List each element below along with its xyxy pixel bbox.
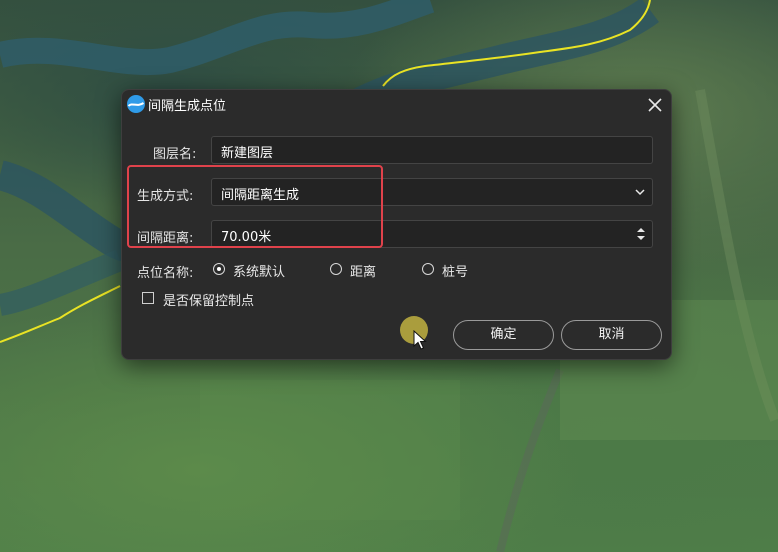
chevron-down-icon [635, 189, 645, 196]
keep-control-label: 是否保留控制点 [163, 294, 255, 309]
close-button[interactable] [644, 94, 666, 116]
dialog-title: 间隔生成点位 [148, 99, 227, 114]
layer-name-input[interactable]: 新建图层 [211, 136, 653, 164]
layer-name-value: 新建图层 [221, 146, 274, 161]
spin-arrows-icon[interactable] [636, 226, 646, 242]
radio-label: 系统默认 [233, 265, 286, 280]
ok-button[interactable]: 确定 [453, 320, 554, 350]
keep-control-checkbox[interactable] [142, 292, 154, 304]
mouse-pointer-icon [413, 330, 427, 350]
layer-name-label: 图层名: [153, 147, 197, 162]
radio-label: 桩号 [442, 265, 469, 280]
point-name-label: 点位名称: [137, 266, 194, 281]
app-logo-icon [127, 95, 145, 113]
close-icon [648, 98, 662, 112]
red-highlight-box [127, 165, 383, 248]
radio-dot-selected [213, 263, 225, 275]
radio-dot [330, 263, 342, 275]
radio-dot [422, 263, 434, 275]
cancel-button[interactable]: 取消 [561, 320, 662, 350]
radio-label: 距离 [350, 265, 377, 280]
